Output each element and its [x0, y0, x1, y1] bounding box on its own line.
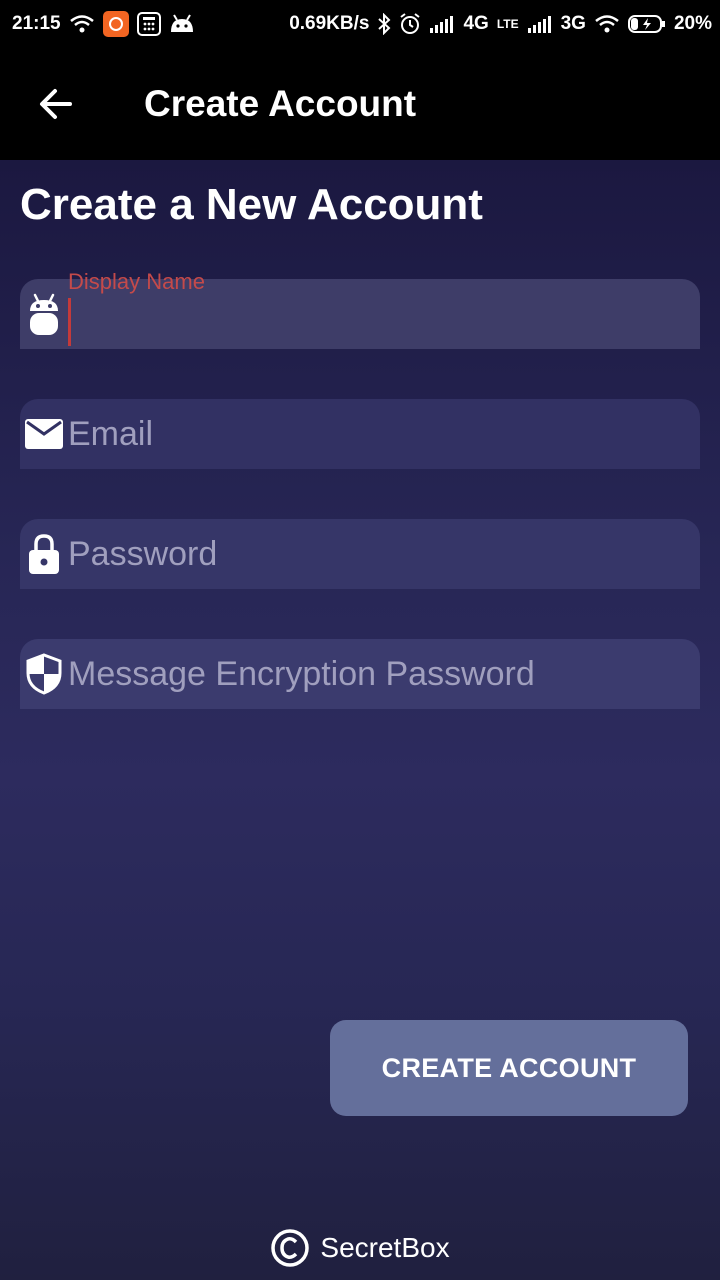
status-time: 21:15	[12, 13, 61, 34]
network-type-1: 4G	[463, 13, 489, 34]
shield-icon	[20, 639, 68, 709]
bluetooth-icon	[377, 13, 391, 35]
battery-charging-icon	[627, 14, 666, 34]
status-bar-right: 0.69KB/s 4G LTE 3G 20%	[289, 13, 712, 35]
wifi-icon	[69, 14, 95, 34]
create-account-button[interactable]: CREATE ACCOUNT	[330, 1020, 688, 1116]
calculator-icon	[136, 12, 161, 36]
signal-icon-2	[527, 14, 553, 34]
arrow-left-icon	[40, 89, 72, 119]
display-name-label: Display Name	[68, 269, 205, 294]
password-field[interactable]	[20, 519, 700, 589]
back-button[interactable]	[24, 72, 88, 136]
android-status-icon	[169, 14, 195, 34]
status-bar: 21:15 0.69KB/s 4G LTE 3G 20%	[0, 0, 720, 48]
copyright-icon	[270, 1228, 310, 1268]
status-bar-left: 21:15	[12, 11, 195, 37]
page-heading: Create a New Account	[20, 180, 483, 229]
main-content: Create a New Account Display Name CREATE…	[0, 160, 720, 1280]
android-icon	[20, 279, 68, 349]
envelope-icon	[20, 399, 68, 469]
volte-badge: LTE	[496, 17, 519, 31]
email-input[interactable]	[68, 399, 700, 469]
display-name-field[interactable]: Display Name	[20, 269, 700, 349]
email-field[interactable]	[20, 399, 700, 469]
app-notification-icon	[102, 11, 129, 37]
wifi-icon-2	[594, 14, 620, 34]
password-input[interactable]	[68, 519, 700, 589]
alarm-icon	[399, 13, 421, 35]
battery-percent: 20%	[673, 13, 712, 34]
toolbar-title: Create Account	[144, 83, 417, 124]
lock-icon	[20, 519, 68, 589]
footer-brand: SecretBox	[0, 1226, 720, 1270]
signal-icon	[429, 14, 455, 34]
network-type-2: 3G	[560, 13, 586, 34]
brand-name: SecretBox	[320, 1232, 450, 1263]
app-toolbar: Create Account	[0, 48, 720, 160]
net-speed: 0.69KB/s	[289, 13, 370, 34]
encryption-password-input[interactable]	[68, 639, 700, 709]
encryption-password-field[interactable]	[20, 639, 700, 709]
